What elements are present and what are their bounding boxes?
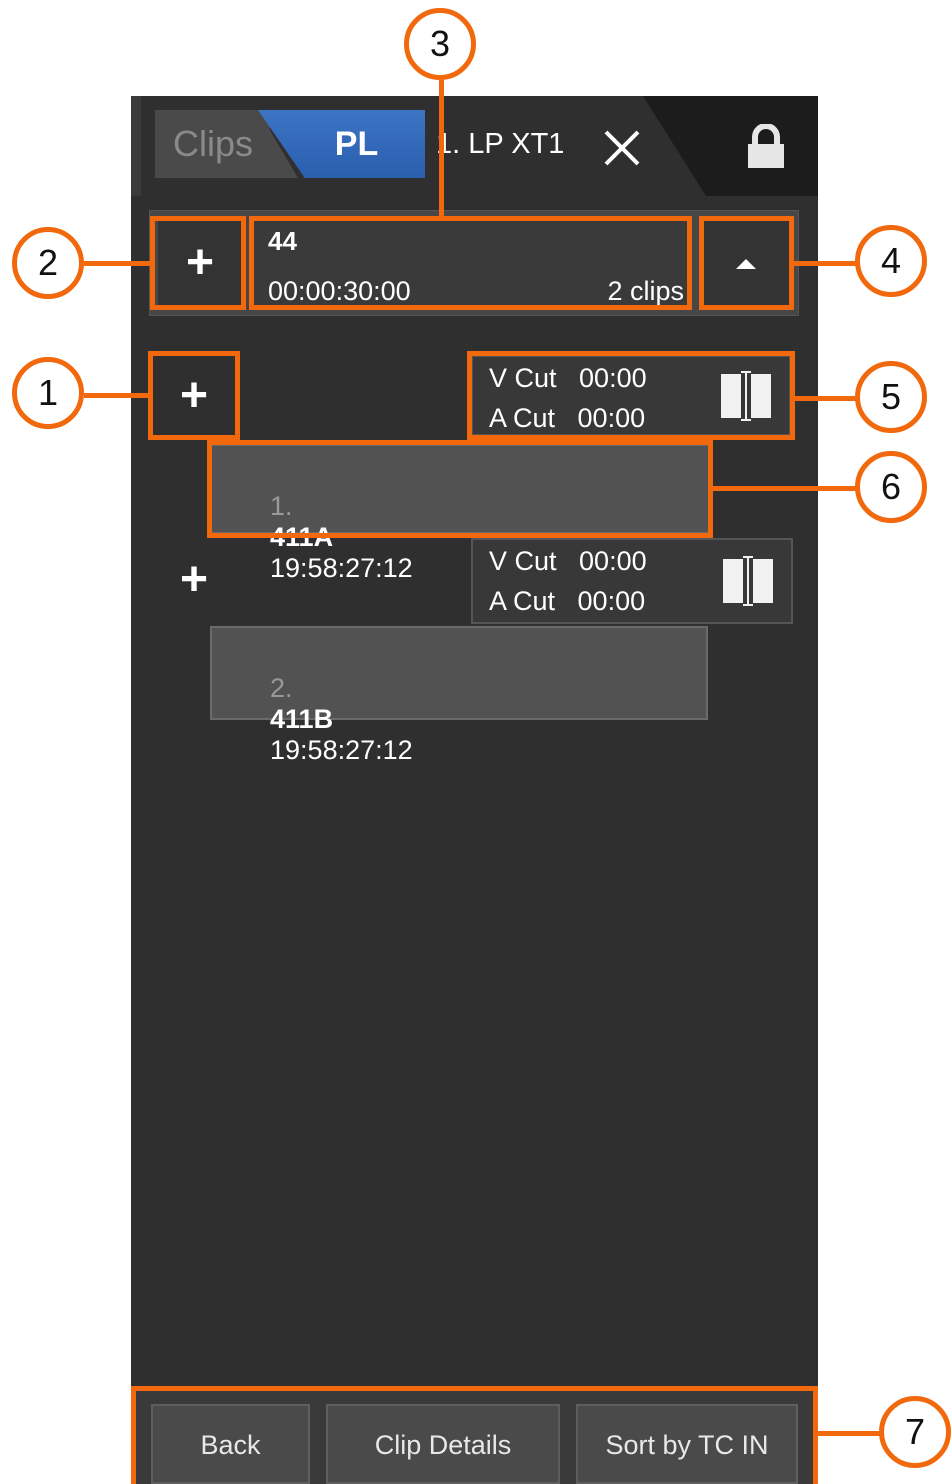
highlight-box-7 (131, 1386, 818, 1484)
callout-leader-5 (792, 396, 856, 401)
v-cut-value: V Cut 00:00 (489, 546, 647, 576)
callout-leader-3 (439, 80, 444, 218)
callout-6: 6 (855, 451, 927, 523)
highlight-box-3 (249, 216, 692, 310)
tab-clips[interactable]: Clips (155, 110, 270, 178)
close-icon[interactable] (600, 126, 644, 170)
callout-leader-6 (710, 486, 856, 491)
clip-row[interactable]: 2. 411B 19:58:27:12 (210, 626, 708, 765)
callout-leader-4 (792, 261, 856, 266)
clip-timecode: 19:58:27:12 (270, 553, 413, 583)
callout-leader-2 (84, 261, 154, 266)
callout-4: 4 (855, 225, 927, 297)
callout-7: 7 (879, 1396, 951, 1468)
a-cut-value: A Cut 00:00 (489, 586, 646, 616)
split-icon (723, 556, 773, 606)
highlight-box-1 (148, 351, 240, 440)
highlight-box-6 (207, 440, 713, 538)
clip-index: 2. (270, 673, 293, 703)
highlight-box-5 (467, 351, 795, 440)
clip-name: 411B (270, 704, 334, 734)
callout-3: 3 (404, 8, 476, 80)
highlight-box-2 (150, 216, 246, 310)
callout-leader-7 (816, 1431, 882, 1436)
playlist-tab-name: 1. LP XT1 (436, 128, 565, 160)
callout-leader-1 (84, 393, 152, 398)
transition-box[interactable]: V Cut 00:00 A Cut 00:00 (471, 538, 793, 624)
highlight-box-4 (699, 216, 794, 310)
callout-5: 5 (855, 361, 927, 433)
lock-icon[interactable] (744, 124, 788, 170)
callout-2: 2 (12, 227, 84, 299)
callout-1: 1 (12, 357, 84, 429)
clip-timecode: 19:58:27:12 (270, 735, 413, 765)
insert-clip-button[interactable]: + (152, 540, 236, 620)
